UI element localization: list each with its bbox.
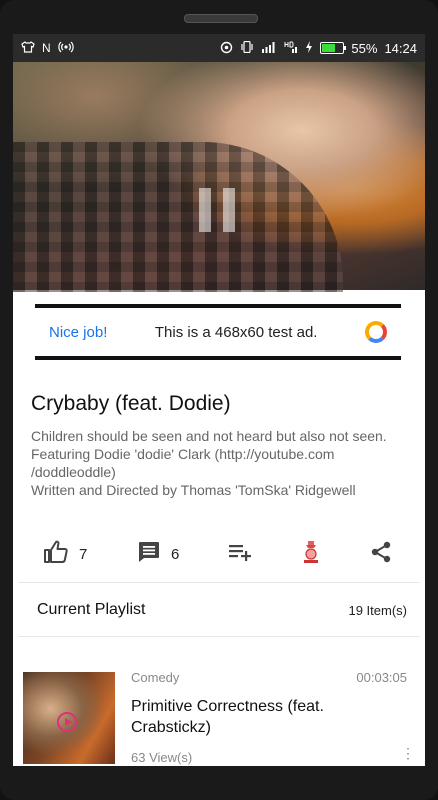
status-bar: N 55% 14:24 (13, 34, 425, 62)
carrier-n-icon: N (42, 41, 51, 55)
comment-count: 6 (171, 545, 180, 563)
comment-icon (137, 540, 161, 569)
divider (18, 636, 420, 637)
ad-banner[interactable]: Nice job! This is a 468x60 test ad. (35, 304, 401, 360)
video-thumbnail[interactable] (23, 672, 115, 764)
location-icon (220, 41, 233, 56)
charging-bolt-icon (305, 41, 313, 55)
item-views: 63 View(s) (131, 750, 193, 765)
item-duration: 00:03:05 (356, 670, 407, 685)
bottom-bezel (0, 766, 438, 800)
pause-bar-right (223, 188, 235, 232)
share-icon (369, 540, 393, 569)
ad-body: This is a 468x60 test ad. (154, 323, 318, 341)
pause-button[interactable] (199, 188, 235, 232)
thumbs-up-icon (43, 540, 69, 569)
playlist-title: Current Playlist (37, 601, 146, 618)
admob-logo-icon (364, 321, 387, 343)
hotspot-icon (57, 41, 74, 55)
playlist-item[interactable]: Comedy 00:03:05 Primitive Correctness (f… (13, 666, 425, 766)
download-button[interactable] (301, 536, 321, 572)
battery-icon (320, 42, 347, 54)
add-to-playlist-button[interactable] (227, 536, 253, 572)
item-category: Comedy (131, 670, 180, 685)
description-line: Children should be seen and not heard bu… (31, 428, 387, 444)
video-title: Crybaby (feat. Dodie) (31, 392, 231, 415)
description-line: Written and Directed by Thomas 'TomSka' … (31, 482, 356, 498)
like-count: 7 (79, 545, 88, 563)
more-options-icon[interactable]: ⋮ (401, 746, 415, 760)
action-bar: 7 6 (13, 536, 425, 572)
clock: 14:24 (384, 40, 417, 56)
playlist-add-icon (227, 540, 253, 569)
video-description: Children should be seen and not heard bu… (31, 427, 411, 499)
pause-bar-left (199, 188, 211, 232)
item-title: Primitive Correctness (feat. Crabstickz) (131, 698, 324, 736)
playlist-header: Current Playlist 19 Item(s) (13, 590, 425, 630)
video-player[interactable] (13, 62, 425, 292)
battery-percent: 55% (351, 40, 378, 56)
ad-headline: Nice job! (49, 323, 108, 341)
video-frame-content (13, 142, 343, 292)
play-icon (57, 712, 77, 732)
tshirt-icon (21, 41, 35, 55)
phone-speaker (184, 14, 258, 23)
hd-signal-icon (284, 41, 298, 55)
divider (18, 582, 420, 583)
description-line: Featuring Dodie 'dodie' Clark (http://yo… (31, 446, 335, 480)
comments-button[interactable]: 6 (137, 536, 179, 572)
download-icon (301, 540, 321, 569)
phone-frame: N 55% 14:24 Nice job! This is a 468x60 t… (0, 0, 438, 800)
share-button[interactable] (369, 536, 393, 572)
signal-icon (261, 41, 277, 55)
app-screen: N 55% 14:24 Nice job! This is a 468x60 t… (13, 34, 425, 766)
playlist-item-count: 19 Item(s) (348, 602, 407, 618)
vibrate-icon (240, 40, 254, 55)
like-button[interactable]: 7 (43, 536, 87, 572)
